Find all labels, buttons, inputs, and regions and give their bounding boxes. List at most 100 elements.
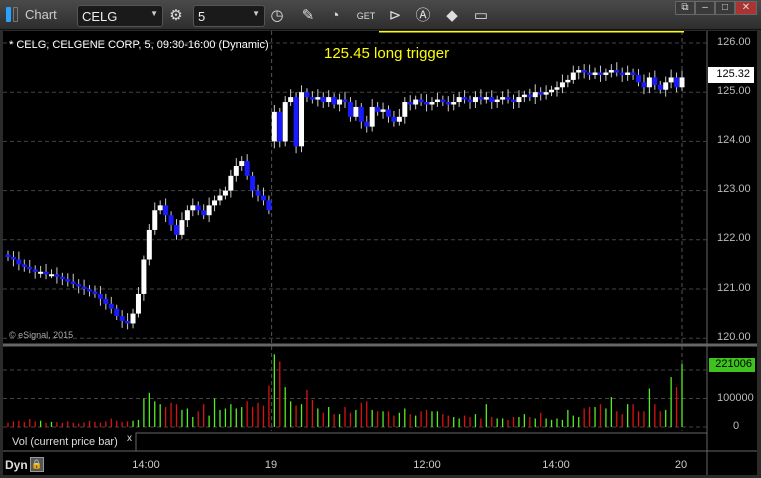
candle bbox=[277, 111, 283, 142]
dyn-label: Dyn bbox=[5, 458, 28, 472]
candle bbox=[630, 72, 636, 75]
candle bbox=[516, 97, 522, 103]
candle bbox=[114, 308, 120, 317]
candle bbox=[364, 121, 370, 127]
alert-icon[interactable]: Ⓐ bbox=[413, 6, 433, 26]
study-icon[interactable]: ◔ bbox=[325, 6, 345, 26]
time-label: 14:00 bbox=[542, 459, 570, 471]
candle bbox=[212, 200, 218, 206]
candle bbox=[32, 269, 38, 272]
candle bbox=[326, 97, 332, 103]
price-label: 121.00 bbox=[717, 282, 751, 294]
candle bbox=[451, 102, 457, 105]
candle bbox=[679, 77, 685, 88]
candle bbox=[489, 97, 495, 103]
trigger-annotation[interactable]: 125.45 long trigger bbox=[324, 45, 449, 62]
candle bbox=[309, 97, 315, 100]
candle bbox=[168, 215, 174, 226]
candle bbox=[587, 72, 593, 75]
candle bbox=[505, 97, 511, 100]
candle bbox=[108, 303, 114, 309]
candle bbox=[320, 97, 326, 103]
lock-icon[interactable]: 🔒 bbox=[30, 457, 44, 472]
comment-icon[interactable]: ▭ bbox=[471, 6, 491, 26]
play-icon[interactable]: ⊳ bbox=[385, 6, 405, 26]
get-icon[interactable]: GET bbox=[356, 6, 376, 26]
candle bbox=[130, 313, 136, 324]
candle bbox=[603, 72, 609, 75]
time-label: 14:00 bbox=[132, 459, 160, 471]
chart-canvas[interactable] bbox=[3, 31, 757, 475]
candle bbox=[217, 195, 223, 201]
candle bbox=[543, 92, 549, 95]
candle bbox=[511, 99, 516, 103]
candle bbox=[244, 161, 250, 176]
candle bbox=[652, 77, 658, 85]
candle bbox=[641, 82, 647, 88]
candle bbox=[179, 220, 185, 235]
volume-label: 100000 bbox=[717, 392, 754, 404]
candle bbox=[174, 225, 179, 235]
volume-study-label[interactable]: Vol (current price bar) bbox=[6, 431, 136, 453]
candle bbox=[347, 102, 353, 117]
candle bbox=[135, 293, 141, 314]
pencil-icon[interactable]: ✎ bbox=[298, 6, 318, 26]
clock-icon[interactable]: ◷ bbox=[267, 6, 287, 26]
candle bbox=[559, 82, 565, 88]
candle bbox=[570, 72, 576, 80]
time-label: 20 bbox=[674, 459, 688, 471]
candle bbox=[184, 210, 190, 221]
candle bbox=[119, 316, 125, 321]
link-icon[interactable]: ⧉ bbox=[675, 1, 695, 15]
candle bbox=[10, 257, 16, 260]
candle bbox=[222, 190, 228, 196]
candle bbox=[266, 200, 272, 211]
symbol-input[interactable]: CELG ▼ bbox=[77, 5, 163, 27]
price-label: 126.00 bbox=[717, 36, 751, 48]
candle bbox=[385, 109, 391, 117]
candle bbox=[59, 276, 65, 280]
interval-input[interactable]: 5 ▼ bbox=[193, 5, 265, 27]
candle bbox=[54, 274, 60, 277]
candle bbox=[81, 286, 87, 289]
title-bar: Chart CELG ▼ ⚙ 5 ▼ ◷ ✎ ◔ GET ⊳ Ⓐ ◆ ▭ ⧉ – □… bbox=[0, 0, 761, 30]
window-title: Chart bbox=[25, 7, 57, 22]
candle bbox=[48, 274, 54, 277]
candle bbox=[228, 175, 234, 191]
candle bbox=[38, 271, 44, 274]
candle bbox=[657, 84, 663, 90]
candle bbox=[293, 97, 299, 147]
time-label: 19 bbox=[264, 459, 278, 471]
maximize-button[interactable]: □ bbox=[715, 1, 735, 15]
candle bbox=[337, 99, 343, 105]
candle bbox=[146, 229, 152, 260]
close-button[interactable]: ✕ bbox=[735, 1, 757, 15]
candle bbox=[255, 190, 261, 196]
minimize-button[interactable]: – bbox=[695, 1, 715, 15]
candle bbox=[608, 70, 614, 73]
candle bbox=[157, 205, 163, 211]
candle bbox=[76, 284, 82, 287]
symbol-value: CELG bbox=[82, 9, 118, 24]
chart-window[interactable]: * CELG, CELGENE CORP, 5, 09:30-16:00 (Dy… bbox=[3, 31, 757, 475]
close-study-button[interactable]: x bbox=[127, 433, 132, 444]
candle bbox=[125, 320, 131, 324]
candle bbox=[250, 175, 256, 191]
candle bbox=[396, 116, 402, 122]
layout-icon[interactable] bbox=[6, 7, 20, 23]
candle bbox=[304, 92, 310, 98]
chart-header: * CELG, CELGENE CORP, 5, 09:30-16:00 (Dy… bbox=[9, 39, 269, 51]
candle bbox=[342, 99, 348, 103]
settings-icon[interactable]: ⚙ bbox=[166, 6, 186, 26]
candle bbox=[527, 94, 533, 98]
price-label: 120.00 bbox=[717, 331, 751, 343]
candle bbox=[472, 97, 478, 103]
price-label: 124.00 bbox=[717, 134, 751, 146]
candle bbox=[299, 92, 305, 147]
candle bbox=[483, 97, 489, 100]
candle bbox=[70, 281, 76, 285]
candle bbox=[625, 72, 631, 75]
candle bbox=[5, 254, 11, 258]
eraser-icon[interactable]: ◆ bbox=[442, 6, 462, 26]
candle bbox=[375, 106, 381, 112]
